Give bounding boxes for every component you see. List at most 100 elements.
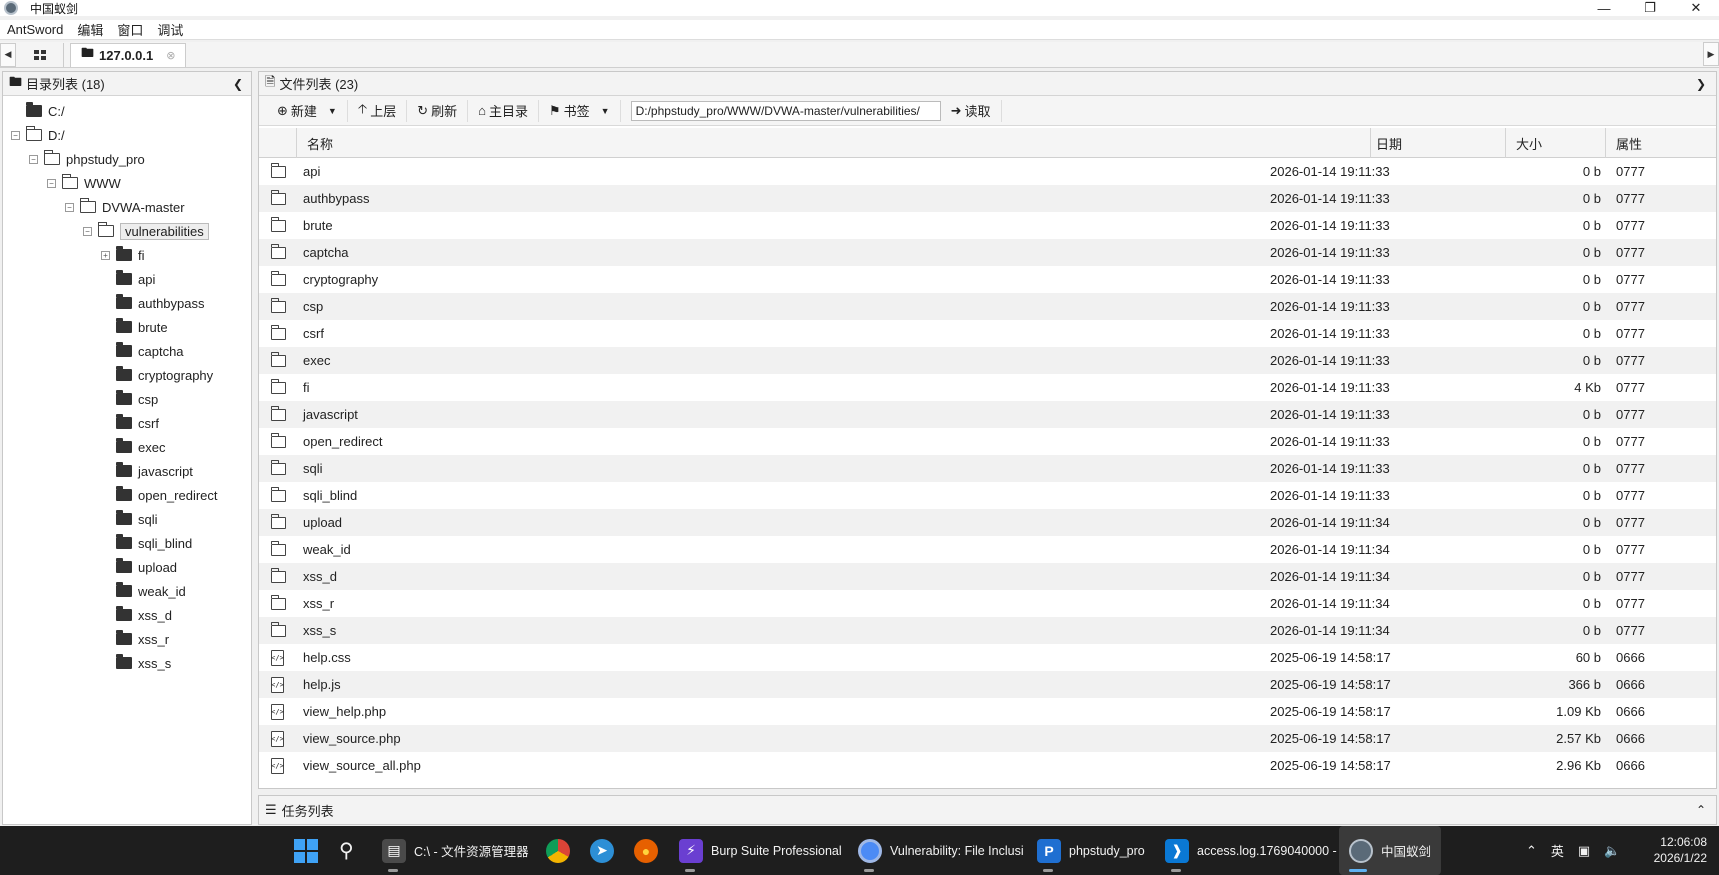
tab-127-0-0-1[interactable]: 🖿 127.0.0.1 ⊗ [70, 42, 187, 67]
column-size[interactable]: 大小 [1506, 128, 1606, 158]
file-row[interactable]: xss_r 2026-01-14 19:11:34 0 b 0777 [259, 590, 1716, 617]
file-row[interactable]: sqli 2026-01-14 19:11:33 0 b 0777 [259, 455, 1716, 482]
taskbar-phpstudy[interactable]: P phpstudy_pro [1037, 826, 1145, 875]
refresh-button[interactable]: ↻ 刷新 [407, 99, 469, 122]
file-row[interactable]: xss_s 2026-01-14 19:11:34 0 b 0777 [259, 617, 1716, 644]
expand-up-icon[interactable]: ⌃ [1696, 803, 1706, 817]
collapse-node-icon[interactable]: − [29, 154, 38, 164]
minimize-button[interactable]: — [1581, 0, 1627, 16]
taskbar-vscode[interactable]: ❱ access.log.1769040000 - [1165, 826, 1337, 875]
tree-node-d-[interactable]: − D:/ [11, 124, 65, 146]
taskbar-antsword[interactable]: 中国蚁剑 [1339, 826, 1442, 875]
tree-node-open-redirect[interactable]: open_redirect [101, 484, 218, 506]
file-row[interactable]: </> help.css 2025-06-19 14:58:17 60 b 0666 [259, 644, 1716, 671]
taskbar-burp[interactable]: ⚡ Burp Suite Professional [679, 826, 842, 875]
tree-node-captcha[interactable]: captcha [101, 340, 184, 362]
taskbar-chrome-dvwa[interactable]: Vulnerability: File Inclusi [858, 826, 1024, 875]
volume-icon[interactable]: 🔈 [1604, 843, 1620, 859]
tree-node-www[interactable]: − WWW [47, 172, 121, 194]
search-button[interactable]: ⚲ [339, 826, 354, 875]
tree-node-sqli[interactable]: sqli [101, 508, 158, 530]
start-button[interactable] [294, 826, 318, 875]
collapse-node-icon[interactable]: − [83, 226, 92, 236]
tree-node-label: DVWA-master [102, 199, 185, 215]
file-row[interactable]: </> help.js 2025-06-19 14:58:17 366 b 0666 [259, 671, 1716, 698]
taskbar-edge[interactable]: ➤ [590, 826, 614, 875]
tree-node-csp[interactable]: csp [101, 388, 158, 410]
new-button-label: 新建 [290, 104, 317, 119]
tree-node-xss-d[interactable]: xss_d [101, 604, 172, 626]
collapse-node-icon[interactable]: − [65, 202, 74, 212]
taskbar-firefox[interactable]: ● [634, 826, 658, 875]
file-row[interactable]: javascript 2026-01-14 19:11:33 0 b 0777 [259, 401, 1716, 428]
file-name: fi [303, 380, 310, 395]
file-row[interactable]: captcha 2026-01-14 19:11:33 0 b 0777 [259, 239, 1716, 266]
tree-node-xss-r[interactable]: xss_r [101, 628, 169, 650]
new-button[interactable]: ⊕ 新建 ▼ [267, 99, 348, 122]
tree-node-phpstudy-pro[interactable]: − phpstudy_pro [29, 148, 145, 170]
bookmark-button[interactable]: ⚑ 书签 ▼ [539, 99, 621, 122]
file-attr: 0777 [1616, 569, 1645, 584]
close-button[interactable]: ✕ [1673, 0, 1719, 16]
read-button[interactable]: ➜ 读取 [941, 99, 1002, 122]
tree-node-fi[interactable]: + fi [101, 244, 145, 266]
tree-node-csrf[interactable]: csrf [101, 412, 159, 434]
tree-node-dvwa-master[interactable]: − DVWA-master [65, 196, 185, 218]
menu-debug[interactable]: 调试 [150, 20, 190, 39]
tree-node-sqli-blind[interactable]: sqli_blind [101, 532, 192, 554]
tree-node-javascript[interactable]: javascript [101, 460, 193, 482]
file-row[interactable]: sqli_blind 2026-01-14 19:11:33 0 b 0777 [259, 482, 1716, 509]
file-row[interactable]: csrf 2026-01-14 19:11:33 0 b 0777 [259, 320, 1716, 347]
tree-node-cryptography[interactable]: cryptography [101, 364, 213, 386]
file-row[interactable]: </> view_source_all.php 2025-06-19 14:58:1… [259, 752, 1716, 779]
collapse-node-icon[interactable]: − [11, 130, 20, 140]
path-input[interactable] [630, 100, 941, 121]
file-row[interactable]: csp 2026-01-14 19:11:33 0 b 0777 [259, 293, 1716, 320]
column-name[interactable]: 名称 [297, 128, 1371, 158]
taskbar-chrome[interactable] [546, 826, 570, 875]
tree-node-brute[interactable]: brute [101, 316, 168, 338]
restore-button[interactable]: ❐ [1627, 0, 1673, 16]
tab-scroll-right-button[interactable]: ▶ [1703, 42, 1719, 66]
tree-node-xss-s[interactable]: xss_s [101, 652, 171, 674]
tree-node-api[interactable]: api [101, 268, 155, 290]
collapse-up-icon[interactable]: ❯ [1696, 77, 1706, 91]
tree-node-vulnerabilities[interactable]: − vulnerabilities [83, 220, 209, 242]
tree-node-exec[interactable]: exec [101, 436, 165, 458]
tab-scroll-left-button[interactable]: ◀ [0, 42, 16, 67]
network-icon[interactable]: ▣ [1578, 843, 1590, 859]
file-row[interactable]: open_redirect 2026-01-14 19:11:33 0 b 0777 [259, 428, 1716, 455]
tree-node-weak-id[interactable]: weak_id [101, 580, 186, 602]
tree-node-upload[interactable]: upload [101, 556, 177, 578]
tree-node-c-[interactable]: C:/ [11, 100, 65, 122]
up-level-button[interactable]: 🡡 上层 [348, 99, 408, 122]
home-dir-button[interactable]: ⌂ 主目录 [468, 99, 539, 122]
file-row[interactable]: fi 2026-01-14 19:11:33 4 Kb 0777 [259, 374, 1716, 401]
expand-node-icon[interactable]: + [101, 250, 110, 260]
tree-node-authbypass[interactable]: authbypass [101, 292, 205, 314]
file-row[interactable]: upload 2026-01-14 19:11:34 0 b 0777 [259, 509, 1716, 536]
file-row[interactable]: weak_id 2026-01-14 19:11:34 0 b 0777 [259, 536, 1716, 563]
tab-close-icon[interactable]: ⊗ [166, 49, 175, 62]
file-row[interactable]: cryptography 2026-01-14 19:11:33 0 b 0777 [259, 266, 1716, 293]
menu-window[interactable]: 窗口 [110, 20, 150, 39]
file-row[interactable]: </> view_source.php 2025-06-19 14:58:17 2.5… [259, 725, 1716, 752]
collapse-left-icon[interactable]: ❮ [233, 77, 243, 91]
ime-indicator[interactable]: 英 [1551, 841, 1564, 860]
column-attr[interactable]: 属性 [1606, 128, 1716, 158]
menu-antsword[interactable]: AntSword [0, 22, 70, 37]
file-row[interactable]: xss_d 2026-01-14 19:11:34 0 b 0777 [259, 563, 1716, 590]
collapse-node-icon[interactable]: − [47, 178, 56, 188]
tab-home-grid-icon[interactable] [16, 42, 64, 67]
chrome-icon [546, 838, 570, 863]
file-row[interactable]: authbypass 2026-01-14 19:11:33 0 b 0777 [259, 185, 1716, 212]
menu-edit[interactable]: 编辑 [70, 20, 110, 39]
column-date[interactable]: 日期 [1366, 128, 1506, 158]
taskbar-file-explorer[interactable]: ▤ C:\ - 文件资源管理器 [382, 826, 529, 875]
system-clock[interactable]: 12:06:08 2026/1/22 [1654, 834, 1707, 866]
file-row[interactable]: api 2026-01-14 19:11:33 0 b 0777 [259, 158, 1716, 185]
file-row[interactable]: exec 2026-01-14 19:11:33 0 b 0777 [259, 347, 1716, 374]
chevron-up-icon[interactable]: ⌃ [1526, 843, 1537, 859]
file-row[interactable]: </> view_help.php 2025-06-19 14:58:17 1.09 … [259, 698, 1716, 725]
file-row[interactable]: brute 2026-01-14 19:11:33 0 b 0777 [259, 212, 1716, 239]
